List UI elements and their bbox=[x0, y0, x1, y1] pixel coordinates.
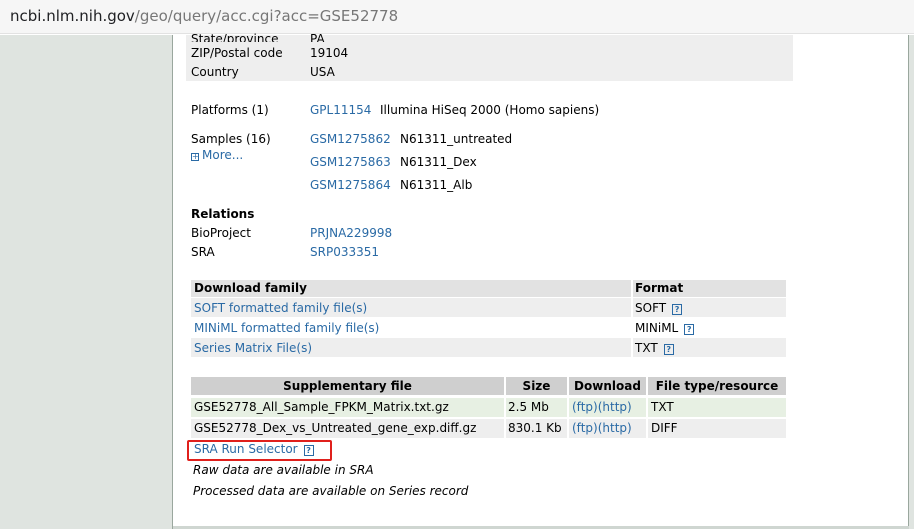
format-cell: MINiML? bbox=[635, 321, 695, 336]
miniml-family-link[interactable]: MINiML formatted family file(s) bbox=[194, 321, 379, 336]
url-host: ncbi.nlm.nih.gov bbox=[10, 7, 135, 25]
supp-file-size: 2.5 Mb bbox=[508, 400, 549, 414]
processed-data-note: Processed data are available on Series r… bbox=[193, 484, 469, 498]
sra-run-selector-label: SRA Run Selector bbox=[194, 442, 298, 456]
samples-label: Samples (16) bbox=[191, 132, 271, 146]
format-cell: TXT? bbox=[635, 341, 674, 356]
more-label: More... bbox=[202, 148, 244, 162]
country-value: USA bbox=[310, 65, 335, 79]
samples-more-link[interactable]: + More... bbox=[191, 148, 243, 163]
url-path: /geo/query/acc.cgi?acc=GSE52778 bbox=[134, 7, 399, 25]
country-label: Country bbox=[191, 65, 239, 79]
supp-file-name: GSE52778_Dex_vs_Untreated_gene_exp.diff.… bbox=[194, 421, 477, 435]
relations-heading: Relations bbox=[191, 207, 255, 221]
url-text[interactable]: ncbi.nlm.nih.gov/geo/query/acc.cgi?acc=G… bbox=[10, 7, 398, 25]
platforms-label: Platforms (1) bbox=[191, 103, 269, 117]
help-icon[interactable]: ? bbox=[303, 445, 314, 456]
help-icon[interactable]: ? bbox=[684, 324, 695, 335]
left-side-panel bbox=[0, 35, 173, 529]
supp-file-size: 830.1 Kb bbox=[508, 421, 562, 435]
sample-link[interactable]: GSM1275864 bbox=[310, 178, 391, 193]
format-value: SOFT bbox=[635, 301, 667, 315]
expand-plus-icon: + bbox=[191, 152, 199, 161]
state-label: State/province bbox=[191, 32, 279, 42]
bioproject-link[interactable]: PRJNA229998 bbox=[310, 226, 392, 241]
platform-link[interactable]: GPL11154 bbox=[310, 103, 371, 118]
sra-label: SRA bbox=[191, 245, 215, 259]
sra-link[interactable]: SRP033351 bbox=[310, 245, 379, 260]
state-value: PA bbox=[310, 32, 325, 42]
supp-file-type: DIFF bbox=[651, 421, 678, 435]
download-links[interactable]: (ftp)(http) bbox=[572, 419, 632, 438]
size-header: Size bbox=[506, 377, 567, 395]
sra-run-selector-link[interactable]: SRA Run Selector? bbox=[194, 442, 314, 457]
sample-link[interactable]: GSM1275862 bbox=[310, 132, 391, 147]
help-icon[interactable]: ? bbox=[663, 344, 674, 355]
series-matrix-link[interactable]: Series Matrix File(s) bbox=[194, 341, 312, 356]
platform-description: Illumina HiSeq 2000 (Homo sapiens) bbox=[380, 103, 600, 117]
format-value: TXT bbox=[635, 341, 658, 355]
sample-link[interactable]: GSM1275863 bbox=[310, 155, 391, 170]
download-family-header: Download family bbox=[194, 281, 307, 295]
help-icon[interactable]: ? bbox=[672, 304, 683, 315]
raw-data-note: Raw data are available in SRA bbox=[193, 463, 374, 477]
file-type-header: File type/resource bbox=[648, 377, 786, 395]
supp-file-name: GSE52778_All_Sample_FPKM_Matrix.txt.gz bbox=[194, 400, 449, 414]
sample-name: N61311_untreated bbox=[400, 132, 513, 146]
sample-name: N61311_Dex bbox=[400, 155, 477, 169]
format-header: Format bbox=[635, 281, 684, 295]
right-side-panel bbox=[908, 35, 914, 529]
supp-file-type: TXT bbox=[651, 400, 674, 414]
soft-family-link[interactable]: SOFT formatted family file(s) bbox=[194, 301, 367, 316]
supp-file-header: Supplementary file bbox=[191, 377, 504, 395]
download-links[interactable]: (ftp)(http) bbox=[572, 398, 632, 417]
sample-name: N61311_Alb bbox=[400, 178, 473, 192]
format-cell: SOFT? bbox=[635, 301, 683, 316]
zip-value: 19104 bbox=[310, 46, 349, 60]
browser-address-bar[interactable]: ncbi.nlm.nih.gov/geo/query/acc.cgi?acc=G… bbox=[0, 0, 914, 34]
download-header: Download bbox=[569, 377, 646, 395]
zip-label: ZIP/Postal code bbox=[191, 46, 283, 60]
format-value: MINiML bbox=[635, 321, 679, 335]
bioproject-label: BioProject bbox=[191, 226, 251, 240]
